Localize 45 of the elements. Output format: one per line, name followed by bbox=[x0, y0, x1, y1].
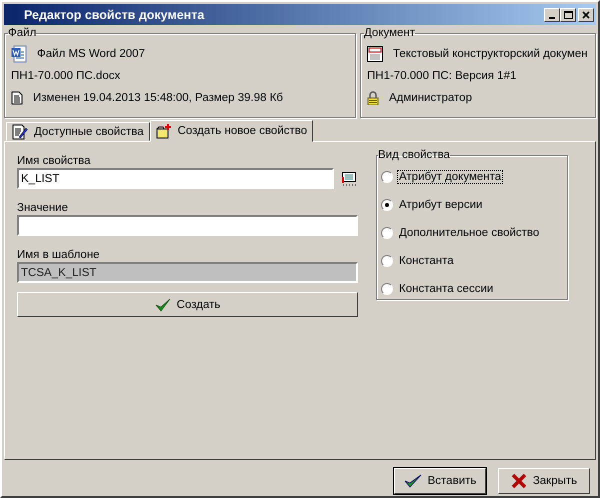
checkmark-icon bbox=[154, 296, 171, 312]
document-version: ПН1-70.000 ПС: Версия 1#1 bbox=[367, 70, 516, 82]
window-title: Редактор свойств документа bbox=[24, 8, 206, 22]
tab[interactable]: Доступные свойства bbox=[6, 122, 150, 141]
minimize-icon bbox=[549, 17, 555, 19]
field-label: Значение bbox=[17, 201, 69, 215]
radio-button[interactable] bbox=[381, 227, 393, 239]
document-icon bbox=[11, 91, 23, 105]
folder-add-icon bbox=[156, 123, 172, 139]
radio-button[interactable] bbox=[381, 283, 393, 295]
insert-button[interactable]: Вставить bbox=[394, 468, 486, 494]
lock-icon bbox=[367, 91, 379, 105]
tab[interactable]: Создать новое свойство bbox=[150, 120, 314, 142]
radio-button[interactable] bbox=[381, 171, 393, 183]
radio-label[interactable]: Атрибут версии bbox=[397, 198, 484, 212]
maximize-button[interactable] bbox=[560, 8, 576, 22]
checkmark-icon bbox=[404, 473, 422, 489]
close-button[interactable]: Закрыть bbox=[498, 468, 590, 494]
create-button[interactable]: Создать bbox=[17, 292, 358, 317]
word-document-icon bbox=[11, 45, 27, 63]
group-title: Вид свойства bbox=[378, 150, 450, 161]
document-user: Администратор bbox=[389, 92, 472, 104]
radio-button[interactable] bbox=[381, 199, 393, 211]
radio-label[interactable]: Константа сессии bbox=[397, 282, 496, 296]
radio-label[interactable]: Атрибут документа bbox=[397, 170, 504, 184]
group-title: Документ bbox=[364, 28, 416, 39]
close-icon bbox=[581, 10, 591, 20]
document-icon bbox=[367, 46, 383, 62]
input-field[interactable]: K_LIST bbox=[17, 168, 334, 189]
document-type: Текстовый конструкторский докумен bbox=[393, 48, 588, 60]
field-label: Имя в шаблоне bbox=[17, 248, 101, 262]
maximize-icon bbox=[563, 10, 573, 20]
group-title: Файл bbox=[8, 28, 36, 39]
radio-label[interactable]: Дополнительное свойство bbox=[397, 226, 542, 240]
file-type: Файл MS Word 2007 bbox=[37, 48, 145, 60]
radio-label[interactable]: Константа bbox=[397, 254, 456, 268]
radio-button[interactable] bbox=[381, 255, 393, 267]
file-info: Изменен 19.04.2013 15:48:00, Размер 39.98 Кб bbox=[33, 92, 284, 104]
field-label: Имя свойства bbox=[17, 154, 92, 168]
close-icon bbox=[510, 473, 527, 489]
list-picker-icon[interactable] bbox=[340, 170, 358, 186]
input-field[interactable] bbox=[17, 215, 358, 236]
file-name: ПН1-70.000 ПС.docx bbox=[11, 70, 120, 82]
close-button[interactable] bbox=[578, 8, 594, 22]
minimize-button[interactable] bbox=[544, 8, 560, 22]
